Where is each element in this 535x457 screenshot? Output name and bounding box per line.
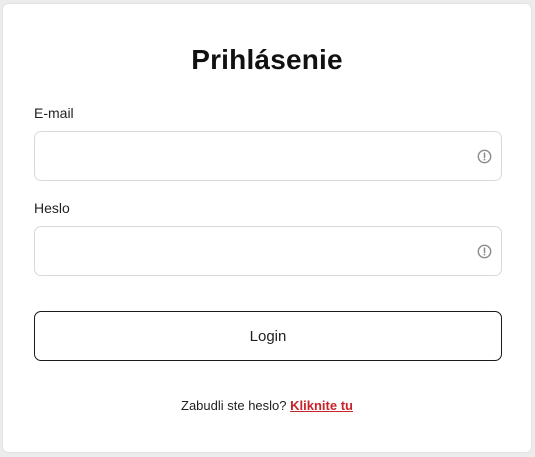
- login-card: Prihlásenie E-mail Heslo Login Zabudli s…: [2, 3, 532, 453]
- forgot-password-link[interactable]: Kliknite tu: [290, 398, 353, 413]
- email-field[interactable]: [45, 132, 469, 182]
- password-label: Heslo: [34, 200, 70, 216]
- email-field-wrapper: [34, 131, 502, 182]
- forgot-password-text: Zabudli ste heslo?: [181, 398, 287, 413]
- exclamation-circle-icon: [477, 244, 492, 259]
- password-field-wrapper: [34, 226, 502, 277]
- password-field[interactable]: [45, 227, 469, 277]
- page-title: Prihlásenie: [191, 44, 343, 75]
- exclamation-circle-icon: [477, 149, 492, 164]
- email-label: E-mail: [34, 105, 74, 121]
- forgot-password-row: Zabudli ste heslo? Kliknite tu: [3, 398, 531, 413]
- login-button[interactable]: Login: [34, 311, 502, 361]
